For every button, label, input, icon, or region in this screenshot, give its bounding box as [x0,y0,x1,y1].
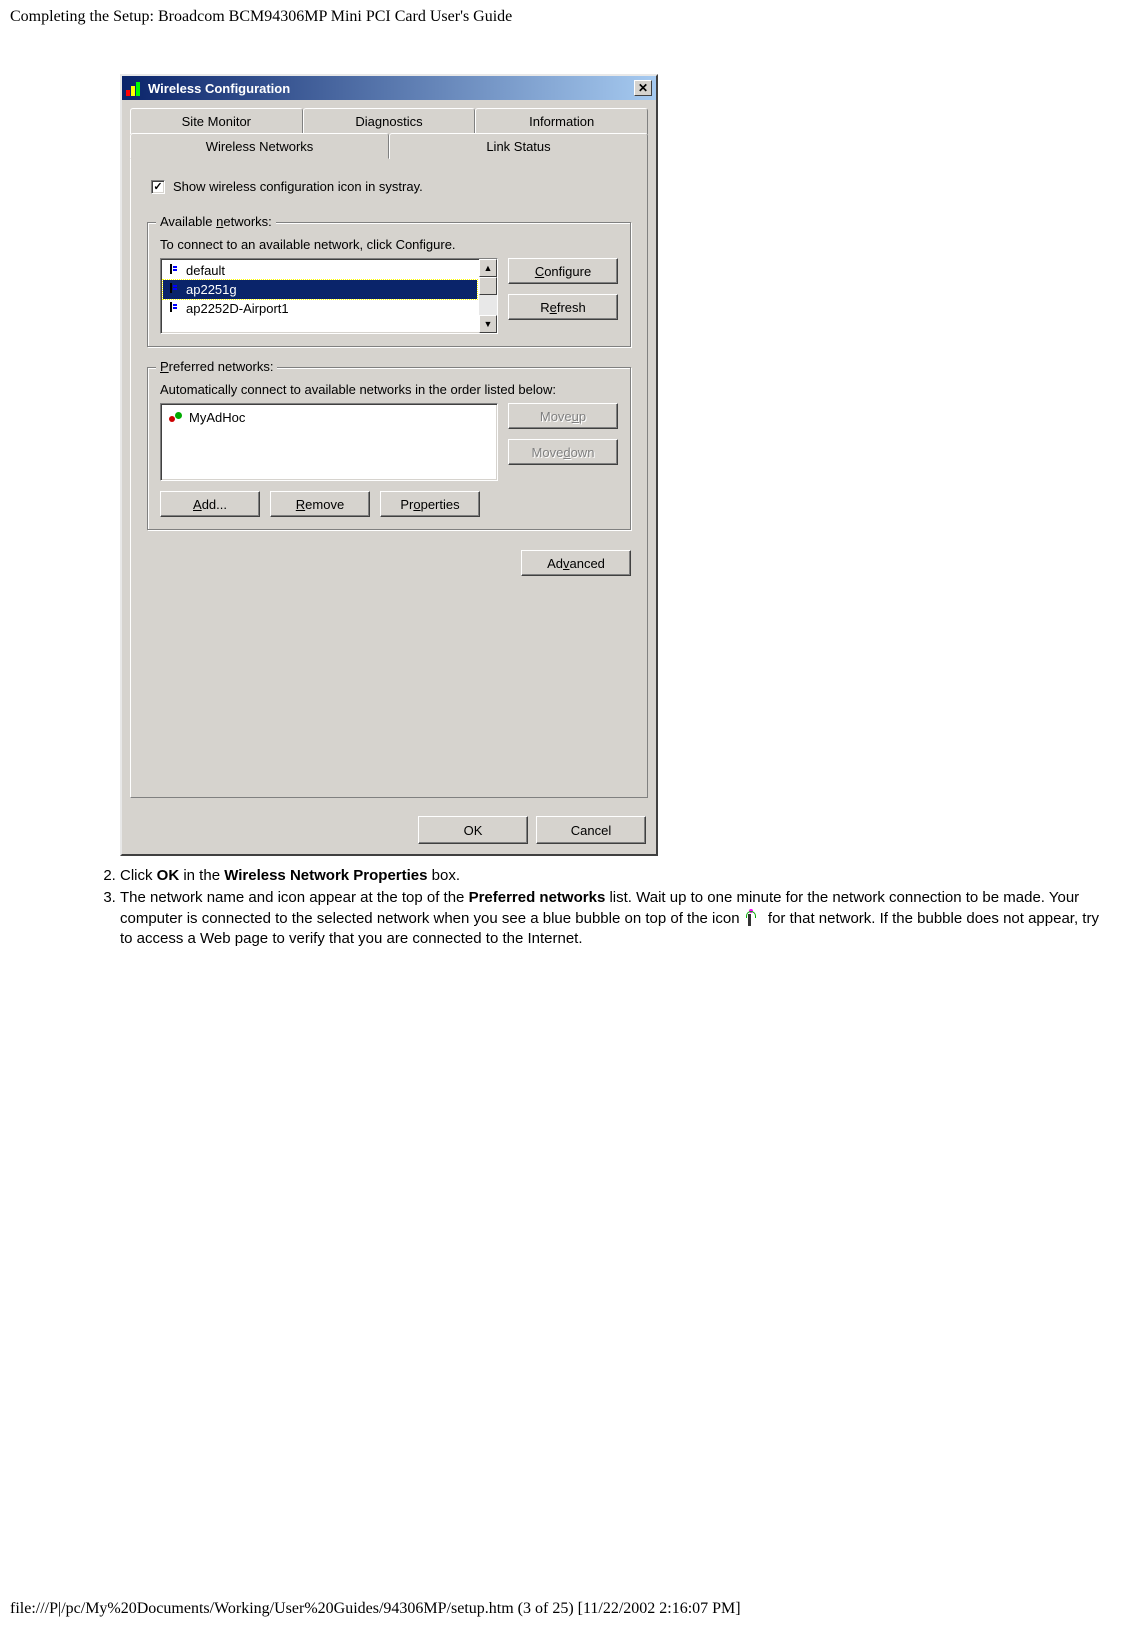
available-networks-listbox[interactable]: default ap2251g ap2252D-Airport1 ▲ ▼ [160,258,498,334]
available-desc: To connect to an available network, clic… [160,237,618,252]
tab-diagnostics[interactable]: Diagnostics [303,108,476,134]
dialog-title: Wireless Configuration [148,81,634,96]
configure-button[interactable]: Configure [508,258,618,284]
advanced-button[interactable]: Advanced [521,550,631,576]
systray-checkbox-row: ✓ Show wireless configuration icon in sy… [151,179,631,194]
tabs-row-front: Wireless Networks Link Status [130,133,648,159]
signal-bubble-icon [744,911,760,927]
dialog-footer: OK Cancel [122,806,656,854]
preferred-desc: Automatically connect to available netwo… [160,382,618,397]
ok-button[interactable]: OK [418,816,528,844]
tabs-row-back: Site Monitor Diagnostics Information [130,108,648,134]
scrollbar[interactable]: ▲ ▼ [479,259,497,333]
network-icon [167,264,180,277]
cancel-button[interactable]: Cancel [536,816,646,844]
list-item[interactable]: MyAdHoc [165,408,493,427]
properties-button[interactable]: Properties [380,491,480,517]
scroll-thumb[interactable] [479,277,497,295]
list-item[interactable]: ap2251g [163,280,477,299]
add-button[interactable]: Add... [160,491,260,517]
scroll-down-button[interactable]: ▼ [479,315,497,333]
wireless-config-dialog: Wireless Configuration ✕ Site Monitor Di… [120,74,658,856]
tab-link-status[interactable]: Link Status [389,133,648,159]
instructions: Click OK in the Wireless Network Propert… [90,866,1114,949]
systray-checkbox-label: Show wireless configuration icon in syst… [173,179,423,194]
available-networks-label: Available networks: [156,214,276,229]
network-icon [167,302,180,315]
move-up-button[interactable]: Move up [508,403,618,429]
systray-checkbox[interactable]: ✓ [151,180,165,194]
page-header: Completing the Setup: Broadcom BCM94306M… [0,0,1124,34]
tab-information[interactable]: Information [475,108,648,134]
tab-panel: ✓ Show wireless configuration icon in sy… [130,158,648,798]
remove-button[interactable]: Remove [270,491,370,517]
available-networks-group: Available networks: To connect to an ava… [147,222,631,347]
signal-bars-icon [126,80,142,96]
preferred-networks-label: Preferred networks: [156,359,277,374]
titlebar: Wireless Configuration ✕ [122,76,656,100]
content-area: Wireless Configuration ✕ Site Monitor Di… [0,34,1124,961]
network-icon [167,283,180,296]
refresh-button[interactable]: Refresh [508,294,618,320]
instruction-step-2: Click OK in the Wireless Network Propert… [120,866,1114,886]
instruction-step-3: The network name and icon appear at the … [120,888,1114,949]
move-down-button[interactable]: Move down [508,439,618,465]
page-footer: file:///P|/pc/My%20Documents/Working/Use… [10,1600,741,1618]
list-item[interactable]: default [163,261,477,280]
adhoc-network-icon [169,412,183,424]
preferred-networks-listbox[interactable]: MyAdHoc [160,403,498,481]
dialog-body: Site Monitor Diagnostics Information Wir… [122,100,656,806]
tab-site-monitor[interactable]: Site Monitor [130,108,303,134]
list-item[interactable]: ap2252D-Airport1 [163,299,477,318]
scroll-up-button[interactable]: ▲ [479,259,497,277]
tab-wireless-networks[interactable]: Wireless Networks [130,133,389,159]
close-button[interactable]: ✕ [634,80,652,96]
preferred-networks-group: Preferred networks: Automatically connec… [147,367,631,530]
